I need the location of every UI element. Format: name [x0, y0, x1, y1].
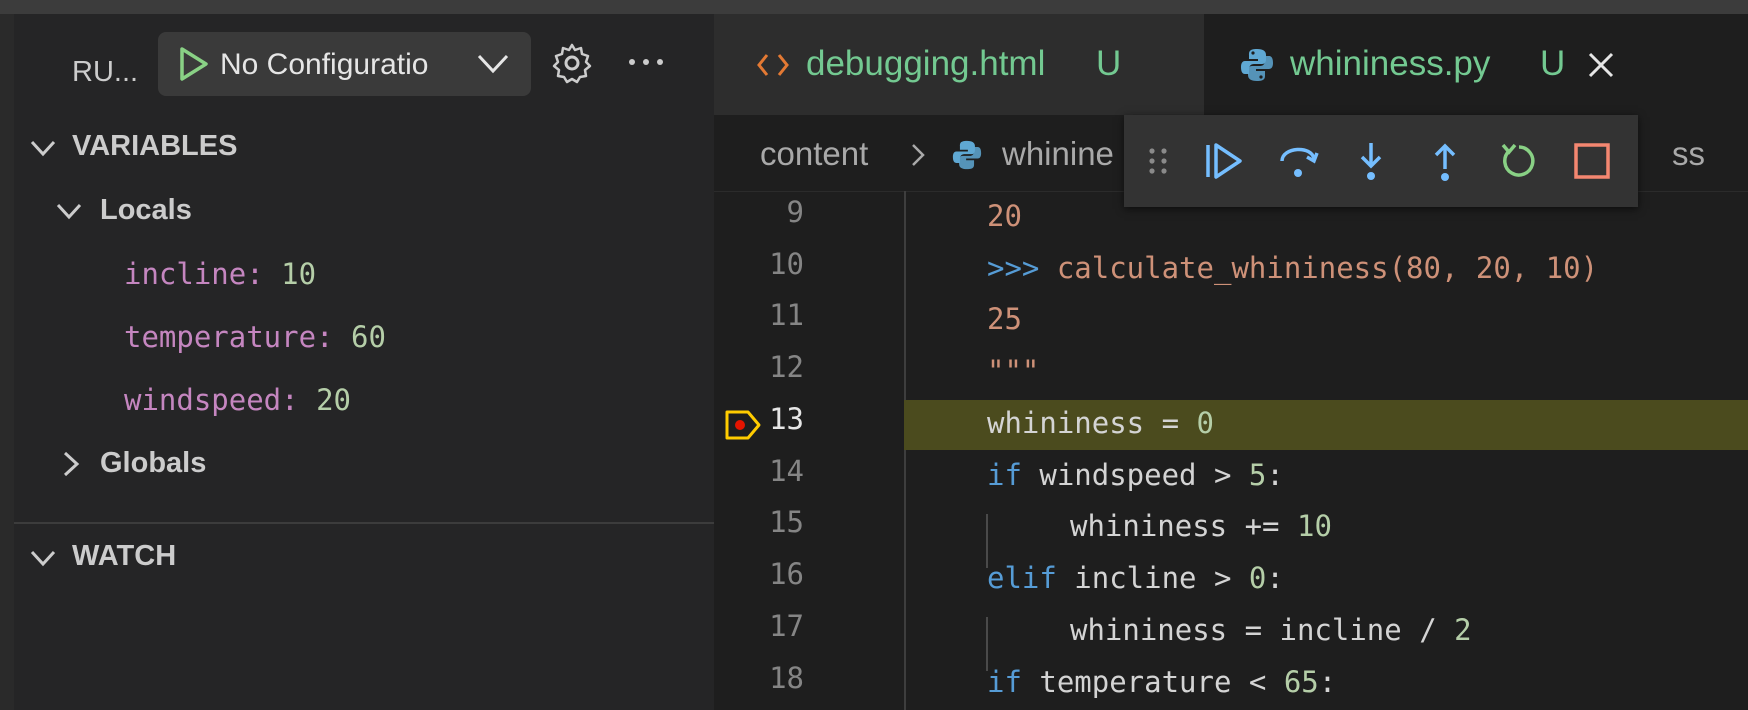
code-token: >>> — [987, 251, 1057, 285]
more-actions-icon[interactable] — [625, 50, 667, 74]
code-token: if — [987, 665, 1022, 699]
line-number: 9 — [786, 195, 804, 229]
variable-row[interactable]: incline: 10 — [124, 257, 316, 291]
python-icon — [952, 140, 982, 170]
tab-label: debugging.html — [806, 44, 1046, 83]
variable-value: 60 — [350, 320, 386, 354]
variable-row[interactable]: windspeed: 20 — [124, 383, 351, 417]
drag-handle-icon[interactable] — [1144, 139, 1172, 183]
code-token: 20 — [987, 199, 1022, 233]
code-token: """ — [987, 354, 1040, 388]
code-line[interactable]: elif incline > 0: — [987, 552, 1284, 604]
code-token: 0 — [1248, 561, 1267, 595]
activity-bar-edge — [0, 14, 14, 710]
line-number: 11 — [769, 298, 804, 332]
line-number: 15 — [769, 505, 804, 539]
code-token: 0 — [1196, 406, 1214, 440]
code-token: 10 — [1296, 509, 1332, 543]
variable-value: 10 — [281, 257, 317, 291]
breadcrumb-folder[interactable]: content — [760, 135, 868, 173]
run-view-title: RU... — [72, 56, 139, 88]
code-line[interactable]: whininess = incline / 2 — [1070, 604, 1472, 656]
code-token: elif — [987, 561, 1057, 595]
line-number: 14 — [769, 454, 804, 488]
code-token: if — [987, 458, 1022, 492]
code-token: windspeed > — [1021, 458, 1249, 492]
debug-toolbar — [1124, 115, 1638, 207]
start-debugging-icon[interactable] — [178, 46, 210, 82]
tab-whininess-py[interactable]: whininess.py U — [1204, 14, 1748, 115]
code-line[interactable]: whininess += 10 — [1070, 500, 1332, 552]
code-token: 25 — [987, 302, 1022, 336]
locals-scope[interactable]: Locals — [100, 194, 192, 227]
code-token: 65 — [1283, 665, 1319, 699]
breadcrumb-symbol[interactable]: ss — [1672, 135, 1705, 173]
code-token: whininess = incline / — [1070, 613, 1455, 647]
code-line[interactable]: if temperature < 65: — [987, 656, 1336, 708]
code-line[interactable]: """ — [987, 345, 1039, 397]
chevron-down-icon — [477, 54, 509, 74]
step-over-icon[interactable] — [1276, 139, 1320, 183]
line-number: 12 — [769, 350, 804, 384]
tab-label: whininess.py — [1290, 44, 1491, 83]
git-status-badge: U — [1096, 44, 1122, 83]
git-status-badge: U — [1540, 44, 1566, 83]
code-token: incline > — [1056, 561, 1249, 595]
code-line-current[interactable]: whininess = 0 — [987, 397, 1214, 449]
code-token: : — [1266, 458, 1284, 492]
code-line[interactable]: >>> calculate_whininess(80, 20, 10) — [987, 242, 1598, 294]
launch-config-label: No Configuratio — [220, 48, 429, 81]
code-token: temperature < — [1021, 665, 1284, 699]
line-number: 17 — [769, 609, 804, 643]
variable-name: windspeed: — [124, 383, 299, 417]
stop-icon[interactable] — [1570, 139, 1614, 183]
code-line[interactable]: if windspeed > 5: — [987, 449, 1284, 501]
chevron-down-icon[interactable] — [28, 543, 58, 573]
variables-section-header[interactable]: VARIABLES — [72, 130, 237, 163]
code-token: whininess = — [987, 406, 1197, 440]
code-line[interactable]: 25 — [987, 293, 1022, 345]
variable-value: 20 — [316, 383, 351, 417]
line-number: 16 — [769, 557, 804, 591]
close-icon[interactable] — [1586, 50, 1616, 80]
code-token: 5 — [1248, 458, 1267, 492]
breadcrumb-file[interactable]: whinine — [1002, 135, 1114, 173]
step-into-icon[interactable] — [1349, 139, 1393, 183]
python-icon — [1241, 49, 1273, 81]
debug-sidebar: RU... No Configuratio VARIABLES Locals i… — [14, 14, 714, 710]
continue-icon[interactable] — [1202, 139, 1246, 183]
tab-bar: debugging.html U whininess.py U — [714, 14, 1748, 115]
line-number: 13 — [769, 402, 804, 436]
restart-icon[interactable] — [1497, 139, 1541, 183]
watch-section-header[interactable]: WATCH — [72, 540, 176, 573]
variable-name: temperature: — [124, 320, 334, 354]
window-top-strip — [0, 0, 1748, 14]
html-code-icon — [757, 54, 789, 76]
gear-icon[interactable] — [551, 42, 593, 84]
chevron-down-icon[interactable] — [28, 133, 58, 163]
globals-scope[interactable]: Globals — [100, 447, 206, 480]
line-number: 18 — [769, 661, 804, 695]
chevron-right-icon — [912, 144, 925, 166]
code-line[interactable]: 20 — [987, 190, 1022, 242]
launch-config-dropdown[interactable]: No Configuratio — [158, 32, 531, 96]
chevron-right-icon[interactable] — [56, 449, 86, 479]
tab-debugging-html[interactable]: debugging.html U — [714, 14, 1204, 115]
variable-name: incline: — [124, 257, 264, 291]
chevron-down-icon[interactable] — [54, 196, 84, 226]
code-token: calculate_whininess(80, 20, 10) — [1056, 251, 1599, 285]
line-number: 10 — [769, 247, 804, 281]
code-token: : — [1266, 561, 1284, 595]
code-token: whininess += — [1070, 509, 1297, 543]
code-token: : — [1318, 665, 1337, 699]
variable-row[interactable]: temperature: 60 — [124, 320, 386, 354]
code-token: 2 — [1454, 613, 1472, 647]
code-gutter-border — [904, 191, 906, 710]
step-out-icon[interactable] — [1423, 139, 1467, 183]
section-divider — [14, 522, 714, 524]
